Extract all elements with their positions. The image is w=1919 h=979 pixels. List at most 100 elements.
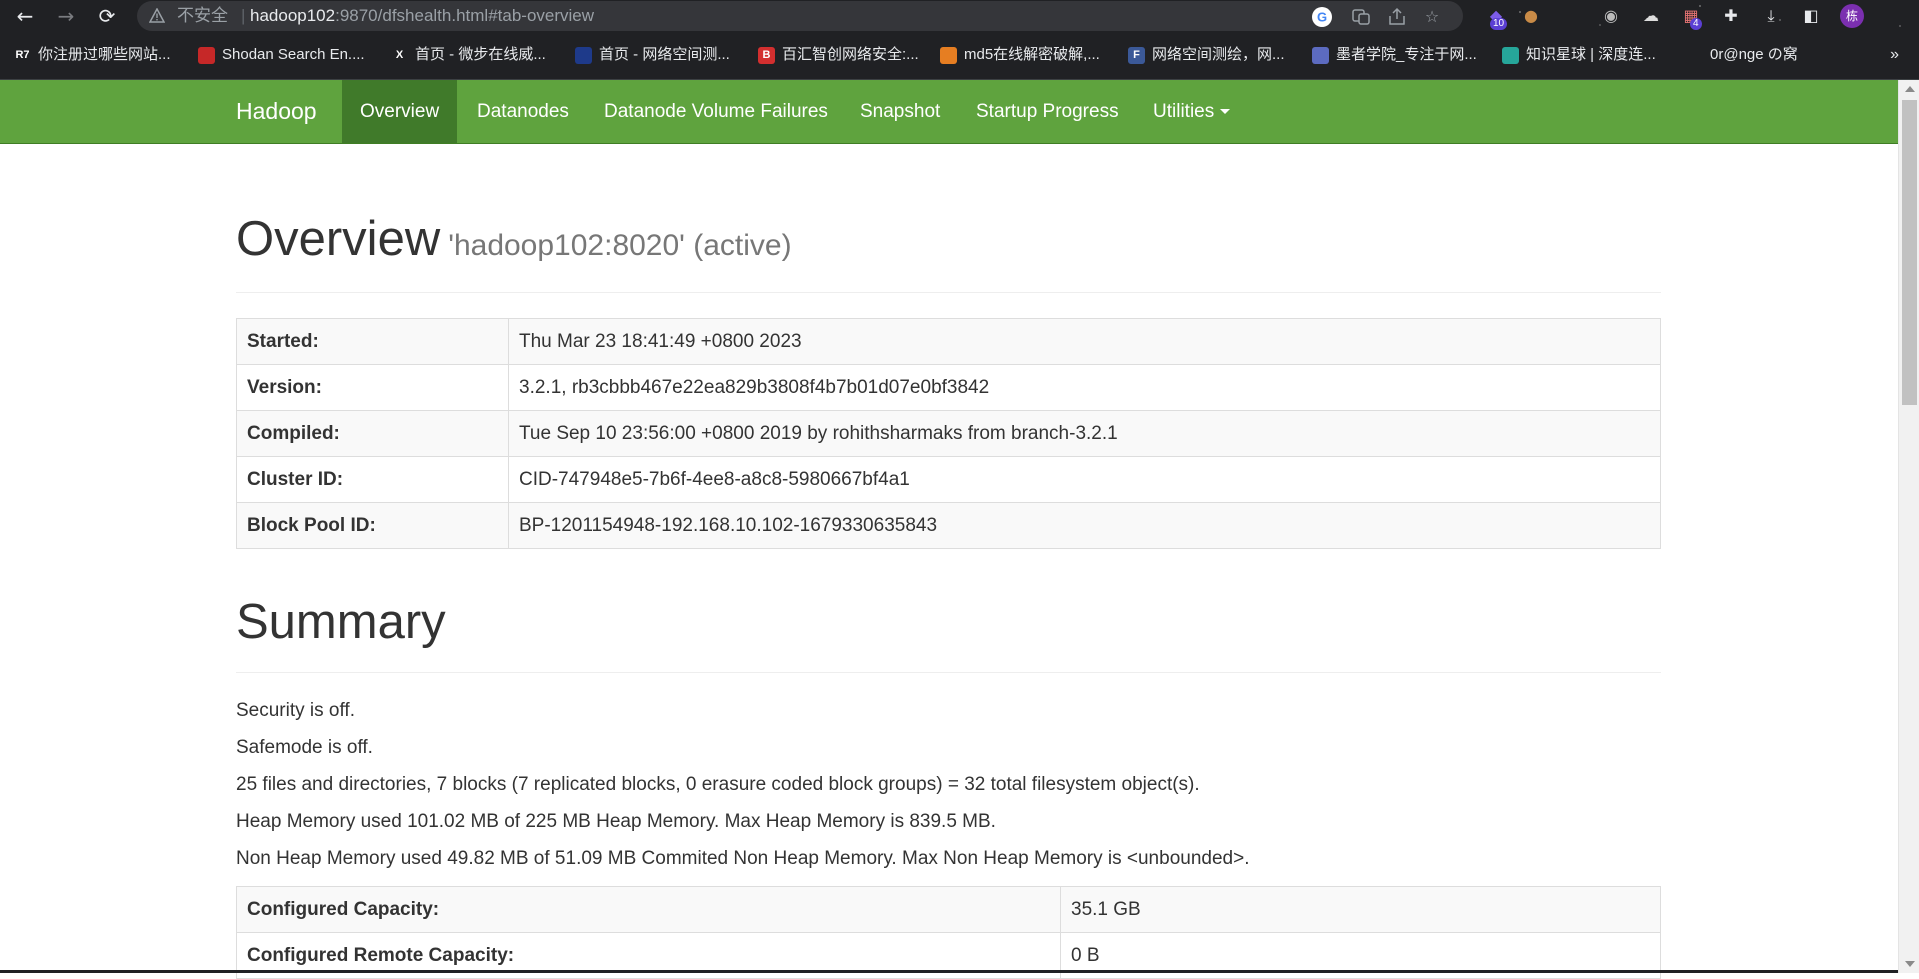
browser-toolbar: ← → ⟳ 不安全 | hadoop102:9870/dfshealth.htm…: [0, 0, 1919, 32]
insecure-label[interactable]: 不安全: [177, 1, 228, 31]
overview-heading: Overview'hadoop102:8020' (active): [236, 215, 792, 264]
bookmark-item[interactable]: X 首页 - 微步在线威...: [391, 44, 546, 66]
row-label: Cluster ID:: [236, 456, 509, 503]
non-heap-memory: Non Heap Memory used 49.82 MB of 51.09 M…: [236, 848, 1250, 869]
puzzle-extensions-icon[interactable]: ✚: [1720, 5, 1742, 27]
row-value: 35.1 GB: [1060, 886, 1661, 933]
divider: [236, 672, 1661, 673]
hadoop-navbar: Hadoop Overview Datanodes Datanode Volum…: [0, 80, 1898, 144]
bookmark-label: 你注册过哪些网站...: [38, 46, 171, 63]
scroll-down-arrow-icon[interactable]: [1905, 961, 1915, 967]
url-path: :9870/dfshealth.html#tab-overview: [335, 6, 595, 25]
extension-icon-2[interactable]: ◉: [1600, 5, 1622, 27]
brand-logo[interactable]: Hadoop: [236, 80, 317, 143]
row-value: CID-747948e5-7b6f-4ee8-a8c8-5980667bf4a1: [508, 456, 1661, 503]
more-bookmarks-chevron-icon[interactable]: »: [1890, 44, 1899, 66]
side-panel-icon[interactable]: ◧: [1800, 5, 1822, 27]
bookmark-item[interactable]: B 百汇智创网络安全:...: [758, 44, 919, 66]
bookmark-label: 知识星球 | 深度连...: [1526, 46, 1656, 63]
security-status: Security is off.: [236, 700, 355, 721]
nav-snapshot[interactable]: Snapshot: [842, 80, 958, 143]
bookmark-favicon-icon: R7: [14, 46, 31, 64]
table-row: Started: Thu Mar 23 18:41:49 +0800 2023: [236, 318, 1661, 365]
bookmark-item[interactable]: md5在线解密破解,...: [940, 44, 1100, 66]
heap-memory: Heap Memory used 101.02 MB of 225 MB Hea…: [236, 811, 996, 832]
warning-icon[interactable]: [149, 8, 165, 24]
extension-badge-2: 4: [1690, 18, 1702, 30]
nav-datanodes[interactable]: Datanodes: [459, 80, 587, 143]
download-icon[interactable]: ⤓: [1760, 5, 1782, 27]
nav-startup-progress[interactable]: Startup Progress: [958, 80, 1137, 143]
bookmark-star-icon[interactable]: ☆: [1421, 6, 1443, 28]
divider: [236, 292, 1661, 293]
share-icon[interactable]: [1386, 6, 1408, 28]
bookmark-item[interactable]: 首页 - 网络空间测...: [575, 44, 730, 66]
bookmark-label: 0r@nge の窝: [1710, 46, 1798, 63]
bookmark-label: 百汇智创网络安全:...: [782, 46, 919, 63]
address-bar[interactable]: 不安全 | hadoop102:9870/dfshealth.html#tab-…: [137, 1, 1463, 31]
nav-utilities-dropdown[interactable]: Utilities: [1135, 80, 1248, 143]
filesystem-objects: 25 files and directories, 7 blocks (7 re…: [236, 774, 1200, 795]
bookmark-item[interactable]: 墨者学院_专注于网...: [1312, 44, 1477, 66]
table-row: Block Pool ID: BP-1201154948-192.168.10.…: [236, 502, 1661, 549]
back-arrow-icon[interactable]: ←: [13, 4, 37, 28]
reload-icon[interactable]: ⟳: [95, 4, 119, 28]
url-host: hadoop102: [250, 6, 336, 25]
bookmark-label: 网络空间测绘，网...: [1152, 46, 1285, 63]
nav-datanode-volume-failures[interactable]: Datanode Volume Failures: [586, 80, 846, 143]
scrollbar-thumb[interactable]: [1902, 100, 1917, 405]
caret-down-icon: [1220, 109, 1231, 115]
bookmark-label: 首页 - 微步在线威...: [415, 46, 546, 63]
svg-text:G: G: [1317, 10, 1327, 25]
table-row: Compiled: Tue Sep 10 23:56:00 +0800 2019…: [236, 410, 1661, 457]
overview-subtitle: 'hadoop102:8020' (active): [448, 229, 792, 262]
overview-title: Overview: [236, 212, 441, 266]
row-value: Tue Sep 10 23:56:00 +0800 2019 by rohith…: [508, 410, 1661, 457]
translate-icon[interactable]: [1350, 6, 1372, 28]
google-icon[interactable]: G: [1311, 6, 1333, 28]
bookmark-favicon-icon: [940, 46, 957, 64]
bookmark-item[interactable]: 知识星球 | 深度连...: [1502, 44, 1656, 66]
row-label: Started:: [236, 318, 509, 365]
table-row: Version: 3.2.1, rb3cbbb467e22ea829b3808f…: [236, 364, 1661, 411]
table-row: Configured Capacity: 35.1 GB: [236, 886, 1661, 933]
row-label: Version:: [236, 364, 509, 411]
summary-table: Configured Capacity: 35.1 GB Configured …: [236, 886, 1661, 979]
bookmark-item[interactable]: R7 你注册过哪些网站...: [14, 44, 171, 66]
bookmark-item[interactable]: Shodan Search En....: [198, 44, 365, 66]
url-text[interactable]: hadoop102:9870/dfshealth.html#tab-overvi…: [250, 1, 594, 31]
bookmark-favicon-icon: [575, 46, 592, 64]
bookmark-label: Shodan Search En....: [222, 46, 365, 63]
bookmarks-bar: R7 你注册过哪些网站... Shodan Search En.... X 首页 - 微…: [0, 32, 1919, 80]
nav-utilities-label: Utilities: [1153, 101, 1215, 122]
overview-table: Started: Thu Mar 23 18:41:49 +0800 2023 …: [236, 318, 1661, 549]
row-value: BP-1201154948-192.168.10.102-16793306358…: [508, 502, 1661, 549]
row-label: Configured Capacity:: [236, 886, 1061, 933]
bookmark-favicon-icon: X: [391, 46, 408, 64]
nav-overview[interactable]: Overview: [342, 80, 458, 143]
bookmark-favicon-icon: [198, 46, 215, 64]
row-value: Thu Mar 23 18:41:49 +0800 2023: [508, 318, 1661, 365]
bookmark-favicon-icon: B: [758, 46, 775, 64]
vertical-scrollbar[interactable]: [1898, 80, 1919, 973]
safemode-status: Safemode is off.: [236, 737, 373, 758]
table-row: Cluster ID: CID-747948e5-7b6f-4ee8-a8c8-…: [236, 456, 1661, 503]
bookmark-favicon-icon: [1312, 46, 1329, 64]
bookmark-favicon-icon: [1686, 46, 1703, 64]
bookmark-label: 首页 - 网络空间测...: [599, 46, 730, 63]
row-value: 3.2.1, rb3cbbb467e22ea829b3808f4b7b01d07…: [508, 364, 1661, 411]
row-label: Block Pool ID:: [236, 502, 509, 549]
scroll-up-arrow-icon[interactable]: [1905, 86, 1915, 92]
bookmark-label: 墨者学院_专注于网...: [1336, 46, 1477, 63]
cookie-icon[interactable]: ●: [1520, 5, 1542, 27]
bookmark-item[interactable]: 0r@nge の窝: [1686, 44, 1798, 66]
cloud-icon[interactable]: ☁: [1640, 5, 1662, 27]
bookmark-label: md5在线解密破解,...: [964, 46, 1100, 63]
bookmark-item[interactable]: F 网络空间测绘，网...: [1128, 44, 1285, 66]
profile-avatar[interactable]: 栋: [1840, 4, 1864, 28]
forward-arrow-icon[interactable]: →: [54, 4, 78, 28]
bookmark-favicon-icon: [1502, 46, 1519, 64]
row-label: Compiled:: [236, 410, 509, 457]
bookmark-favicon-icon: F: [1128, 46, 1145, 64]
extension-badge: 10: [1490, 18, 1508, 30]
